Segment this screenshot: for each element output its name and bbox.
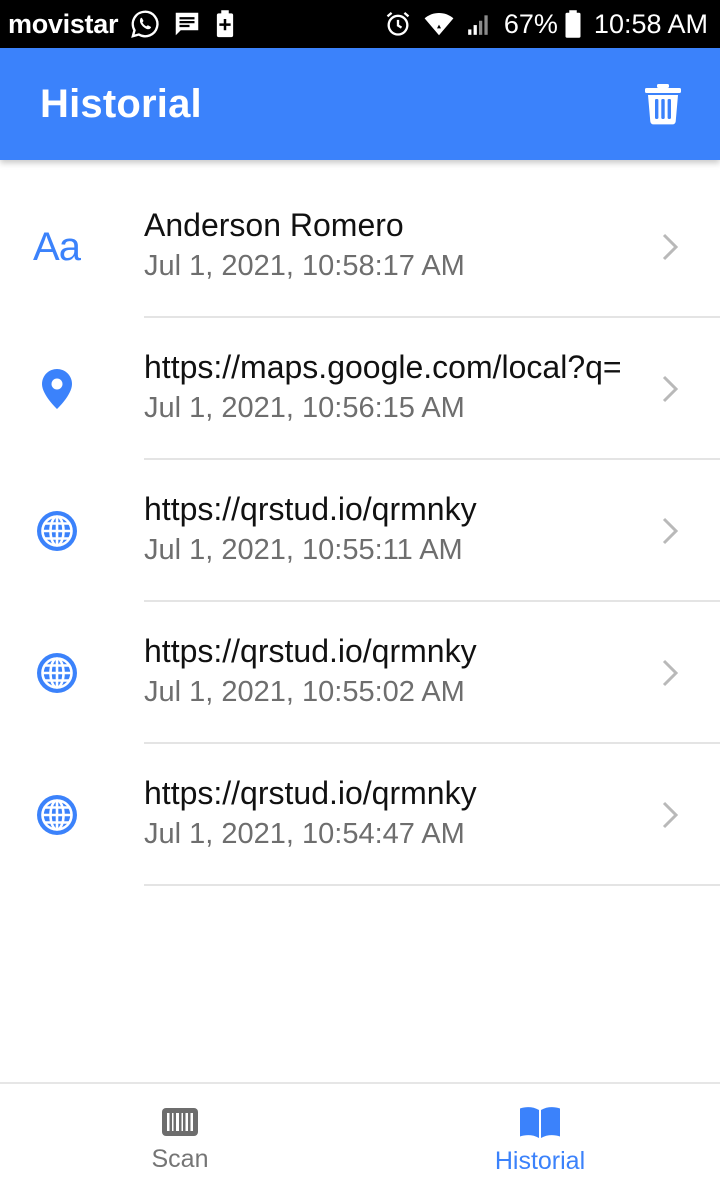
location-pin-icon [41, 369, 72, 409]
battery-icon [564, 9, 582, 39]
chevron-right-icon [662, 659, 678, 687]
history-item-title: https://qrstud.io/qrmnky [144, 775, 477, 811]
history-item-icon-slot [0, 460, 144, 602]
clock-time: 10:58 AM [593, 8, 708, 39]
history-item-date: Jul 1, 2021, 10:55:11 AM [144, 534, 463, 566]
chevron-right-icon [662, 801, 678, 829]
app-bar: Historial [0, 48, 720, 160]
chevron-right-icon [662, 233, 678, 261]
signal-icon [466, 11, 492, 37]
history-item-title: Anderson Romero [144, 207, 404, 243]
globe-icon [36, 511, 77, 551]
history-item-date: Jul 1, 2021, 10:54:47 AM [144, 818, 465, 850]
page-title: Historial [40, 81, 202, 126]
battery-plus-icon [214, 9, 236, 39]
history-item-content: https://qrstud.io/qrmnky Jul 1, 2021, 10… [144, 602, 720, 744]
clear-history-button[interactable] [644, 83, 682, 125]
status-bar: movistar 67% 10:58 AM [0, 0, 720, 48]
barcode-icon [162, 1107, 198, 1136]
carrier-name: movistar [8, 8, 119, 39]
screen: movistar 67% 10:58 AM Historial Aa Ander… [0, 0, 720, 1196]
globe-icon [36, 795, 77, 835]
nav-tab-label: Scan [151, 1144, 209, 1173]
bottom-navigation: Scan Historial [0, 1082, 720, 1196]
history-item-title: https://qrstud.io/qrmnky [144, 491, 477, 527]
history-list: Aa Anderson Romero Jul 1, 2021, 10:58:17… [0, 176, 720, 886]
globe-icon [36, 653, 77, 693]
history-item-title: https://maps.google.com/local?q= [144, 349, 622, 385]
history-item-icon-slot: Aa [0, 176, 144, 318]
history-item[interactable]: https://qrstud.io/qrmnky Jul 1, 2021, 10… [0, 460, 720, 602]
chevron-right-icon [662, 375, 678, 403]
history-item-icon-slot [0, 318, 144, 460]
chevron-right-icon [662, 517, 678, 545]
history-item[interactable]: https://qrstud.io/qrmnky Jul 1, 2021, 10… [0, 744, 720, 886]
history-item-date: Jul 1, 2021, 10:58:17 AM [144, 250, 465, 282]
message-icon [172, 9, 202, 39]
history-item[interactable]: https://qrstud.io/qrmnky Jul 1, 2021, 10… [0, 602, 720, 744]
status-bar-right: 67% 10:58 AM [384, 9, 708, 40]
history-item[interactable]: https://maps.google.com/local?q= Jul 1, … [0, 318, 720, 460]
nav-tab-historial[interactable]: Historial [360, 1084, 720, 1196]
nav-tab-label: Historial [494, 1146, 586, 1175]
history-item-date: Jul 1, 2021, 10:56:15 AM [144, 392, 465, 424]
history-item-title: https://qrstud.io/qrmnky [144, 633, 477, 669]
trash-icon [645, 84, 681, 125]
status-bar-left: movistar [8, 9, 236, 40]
nav-tab-scan[interactable]: Scan [0, 1084, 360, 1196]
history-item-icon-slot [0, 744, 144, 886]
history-item-date: Jul 1, 2021, 10:55:02 AM [144, 676, 465, 708]
whatsapp-icon [130, 9, 160, 39]
alarm-icon [384, 10, 412, 38]
wifi-icon [424, 10, 454, 38]
history-item-content: Anderson Romero Jul 1, 2021, 10:58:17 AM [144, 176, 720, 318]
history-item-content: https://qrstud.io/qrmnky Jul 1, 2021, 10… [144, 744, 720, 886]
text-icon: Aa [33, 224, 81, 269]
history-item-content: https://qrstud.io/qrmnky Jul 1, 2021, 10… [144, 460, 720, 602]
history-item-icon-slot [0, 602, 144, 744]
history-item[interactable]: Aa Anderson Romero Jul 1, 2021, 10:58:17… [0, 176, 720, 318]
history-item-content: https://maps.google.com/local?q= Jul 1, … [144, 318, 720, 460]
battery-percent: 67% [503, 8, 558, 39]
book-icon [520, 1106, 560, 1138]
